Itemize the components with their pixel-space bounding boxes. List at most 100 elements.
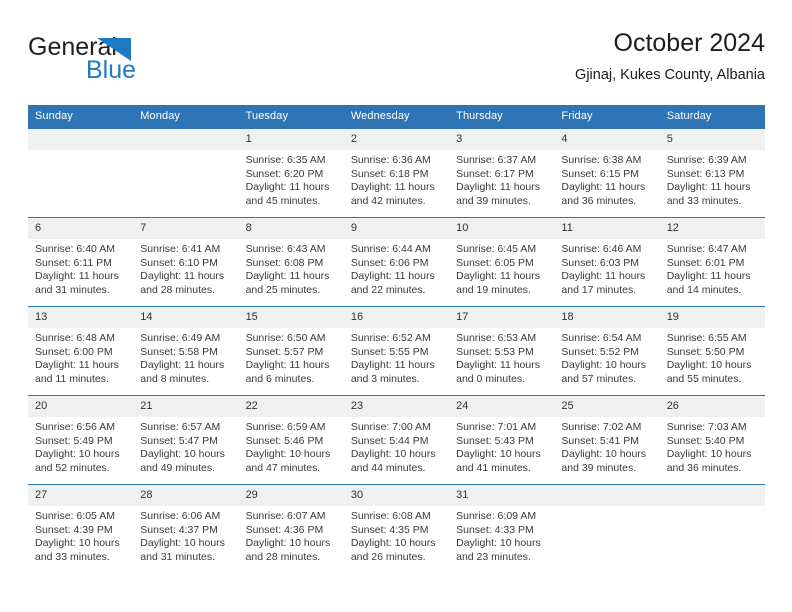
sunset-text: Sunset: 5:53 PM [456, 345, 534, 358]
day-number: 14 [133, 307, 239, 328]
calendar-day-cell[interactable]: 5 Sunrise: 6:39 AM Sunset: 6:13 PM Daylight… [659, 128, 765, 218]
sunset-text: Sunset: 5:49 PM [35, 434, 113, 447]
day-details: Sunrise: 6:56 AM Sunset: 5:49 PM Daylight:… [28, 417, 133, 475]
calendar-day-cell[interactable]: 31 Sunrise: 6:09 AM Sunset: 4:33 PM Dayligh… [449, 484, 555, 573]
calendar-day-cell[interactable]: 25 Sunrise: 7:02 AM Sunset: 5:41 PM Dayligh… [554, 395, 660, 485]
day-details: Sunrise: 6:09 AM Sunset: 4:33 PM Daylight:… [449, 506, 554, 564]
calendar-day-cell-empty [28, 128, 134, 218]
calendar-day-cell[interactable]: 15 Sunrise: 6:50 AM Sunset: 5:57 PM Dayligh… [238, 306, 344, 396]
day-details: Sunrise: 6:59 AM Sunset: 5:46 PM Daylight:… [239, 417, 344, 475]
sunrise-text: Sunrise: 6:54 AM [561, 332, 642, 344]
day-number: 17 [449, 307, 555, 328]
calendar-week-row: 13 Sunrise: 6:48 AM Sunset: 6:00 PM Dayligh… [28, 306, 765, 396]
calendar-day-cell[interactable]: 24 Sunrise: 7:01 AM Sunset: 5:43 PM Dayligh… [449, 395, 555, 485]
sunrise-text: Sunrise: 6:43 AM [245, 243, 326, 255]
sunset-text: Sunset: 6:00 PM [35, 345, 113, 358]
daylight-text: Daylight: 11 hours and 19 minutes. [456, 270, 540, 296]
sunset-text: Sunset: 5:43 PM [456, 434, 534, 447]
daylight-text: Daylight: 11 hours and 42 minutes. [350, 181, 435, 207]
day-number [554, 485, 660, 506]
calendar-day-cell[interactable]: 14 Sunrise: 6:49 AM Sunset: 5:58 PM Dayligh… [133, 306, 239, 396]
sunrise-text: Sunrise: 6:48 AM [35, 332, 115, 344]
daylight-text: Daylight: 11 hours and 39 minutes. [456, 181, 540, 207]
calendar-day-cell[interactable]: 28 Sunrise: 6:06 AM Sunset: 4:37 PM Dayligh… [133, 484, 239, 573]
calendar-week-row: 6 Sunrise: 6:40 AM Sunset: 6:11 PM Daylight… [28, 217, 765, 307]
day-number: 18 [554, 307, 660, 328]
sunrise-text: Sunrise: 6:07 AM [245, 510, 326, 522]
daylight-text: Daylight: 11 hours and 0 minutes. [456, 359, 540, 385]
sunrise-text: Sunrise: 6:44 AM [350, 243, 431, 255]
day-number: 23 [343, 396, 450, 417]
calendar-day-cell[interactable]: 12 Sunrise: 6:47 AM Sunset: 6:01 PM Dayligh… [659, 217, 765, 307]
daylight-text: Daylight: 10 hours and 39 minutes. [561, 448, 647, 474]
calendar-day-cell-empty [659, 484, 765, 573]
brand-logo[interactable]: General Blue [28, 28, 258, 88]
daylight-text: Daylight: 10 hours and 47 minutes. [245, 448, 331, 474]
day-number: 30 [343, 485, 450, 506]
sunset-text: Sunset: 4:36 PM [245, 523, 324, 536]
calendar-day-cell[interactable]: 9 Sunrise: 6:44 AM Sunset: 6:06 PM Daylight… [343, 217, 450, 307]
calendar-day-cell[interactable]: 3 Sunrise: 6:37 AM Sunset: 6:17 PM Daylight… [449, 128, 555, 218]
calendar-day-cell[interactable]: 8 Sunrise: 6:43 AM Sunset: 6:08 PM Daylight… [238, 217, 344, 307]
day-number: 12 [659, 218, 765, 239]
sunset-text: Sunset: 6:11 PM [35, 256, 112, 269]
daylight-text: Daylight: 11 hours and 45 minutes. [245, 181, 330, 207]
day-number: 2 [343, 129, 450, 150]
daylight-text: Daylight: 11 hours and 25 minutes. [245, 270, 330, 296]
weekday-header-tuesday: Tuesday [238, 105, 344, 129]
sunrise-text: Sunrise: 6:45 AM [456, 243, 537, 255]
day-details: Sunrise: 6:38 AM Sunset: 6:15 PM Daylight:… [554, 150, 659, 208]
sunset-text: Sunset: 5:44 PM [350, 434, 429, 447]
sunrise-text: Sunrise: 7:00 AM [350, 421, 431, 433]
sunset-text: Sunset: 6:01 PM [666, 256, 745, 269]
calendar-day-cell[interactable]: 16 Sunrise: 6:52 AM Sunset: 5:55 PM Dayligh… [343, 306, 450, 396]
sunrise-text: Sunrise: 6:05 AM [35, 510, 115, 522]
day-number: 24 [449, 396, 555, 417]
calendar-day-cell[interactable]: 2 Sunrise: 6:36 AM Sunset: 6:18 PM Daylight… [343, 128, 450, 218]
day-number: 4 [554, 129, 660, 150]
day-number: 27 [28, 485, 134, 506]
calendar-day-cell[interactable]: 19 Sunrise: 6:55 AM Sunset: 5:50 PM Dayligh… [659, 306, 765, 396]
day-number: 26 [659, 396, 765, 417]
calendar-day-cell[interactable]: 13 Sunrise: 6:48 AM Sunset: 6:00 PM Dayligh… [28, 306, 134, 396]
calendar-day-cell[interactable]: 7 Sunrise: 6:41 AM Sunset: 6:10 PM Daylight… [133, 217, 239, 307]
sunrise-text: Sunrise: 6:52 AM [350, 332, 431, 344]
sunset-text: Sunset: 5:40 PM [666, 434, 745, 447]
calendar-day-cell[interactable]: 4 Sunrise: 6:38 AM Sunset: 6:15 PM Daylight… [554, 128, 660, 218]
sunrise-text: Sunrise: 6:40 AM [35, 243, 115, 255]
daylight-text: Daylight: 11 hours and 14 minutes. [666, 270, 751, 296]
day-number: 15 [238, 307, 344, 328]
calendar-day-cell[interactable]: 26 Sunrise: 7:03 AM Sunset: 5:40 PM Dayligh… [659, 395, 765, 485]
day-details: Sunrise: 6:49 AM Sunset: 5:58 PM Daylight:… [133, 328, 238, 386]
day-details: Sunrise: 6:47 AM Sunset: 6:01 PM Daylight:… [660, 239, 765, 297]
sunset-text: Sunset: 6:08 PM [245, 256, 324, 269]
sunset-text: Sunset: 5:41 PM [561, 434, 640, 447]
day-number [28, 129, 134, 150]
calendar-day-cell[interactable]: 23 Sunrise: 7:00 AM Sunset: 5:44 PM Dayligh… [343, 395, 450, 485]
calendar-day-cell[interactable]: 18 Sunrise: 6:54 AM Sunset: 5:52 PM Dayligh… [554, 306, 660, 396]
day-details: Sunrise: 6:35 AM Sunset: 6:20 PM Daylight:… [239, 150, 344, 208]
sunrise-text: Sunrise: 6:08 AM [350, 510, 431, 522]
day-details: Sunrise: 6:50 AM Sunset: 5:57 PM Daylight:… [239, 328, 344, 386]
calendar-day-cell[interactable]: 11 Sunrise: 6:46 AM Sunset: 6:03 PM Dayligh… [554, 217, 660, 307]
calendar-day-cell[interactable]: 27 Sunrise: 6:05 AM Sunset: 4:39 PM Dayligh… [28, 484, 134, 573]
sunrise-text: Sunrise: 6:55 AM [666, 332, 747, 344]
sunset-text: Sunset: 6:20 PM [245, 167, 324, 180]
calendar-day-cell[interactable]: 22 Sunrise: 6:59 AM Sunset: 5:46 PM Dayligh… [238, 395, 344, 485]
calendar-day-cell[interactable]: 30 Sunrise: 6:08 AM Sunset: 4:35 PM Dayligh… [343, 484, 450, 573]
calendar-day-cell[interactable]: 20 Sunrise: 6:56 AM Sunset: 5:49 PM Dayligh… [28, 395, 134, 485]
sunset-text: Sunset: 5:58 PM [140, 345, 218, 358]
day-number: 1 [238, 129, 344, 150]
calendar-day-cell[interactable]: 21 Sunrise: 6:57 AM Sunset: 5:47 PM Dayligh… [133, 395, 239, 485]
day-details: Sunrise: 6:43 AM Sunset: 6:08 PM Daylight:… [239, 239, 344, 297]
calendar-day-cell[interactable]: 29 Sunrise: 6:07 AM Sunset: 4:36 PM Dayligh… [238, 484, 344, 573]
calendar-day-cell[interactable]: 6 Sunrise: 6:40 AM Sunset: 6:11 PM Daylight… [28, 217, 134, 307]
day-number: 13 [28, 307, 134, 328]
calendar-day-cell[interactable]: 1 Sunrise: 6:35 AM Sunset: 6:20 PM Daylight… [238, 128, 344, 218]
calendar-day-cell[interactable]: 17 Sunrise: 6:53 AM Sunset: 5:53 PM Dayligh… [449, 306, 555, 396]
sunrise-text: Sunrise: 6:53 AM [456, 332, 537, 344]
day-number: 19 [659, 307, 765, 328]
day-details: Sunrise: 6:45 AM Sunset: 6:05 PM Daylight:… [449, 239, 554, 297]
daylight-text: Daylight: 10 hours and 41 minutes. [456, 448, 541, 474]
calendar-day-cell[interactable]: 10 Sunrise: 6:45 AM Sunset: 6:05 PM Dayligh… [449, 217, 555, 307]
